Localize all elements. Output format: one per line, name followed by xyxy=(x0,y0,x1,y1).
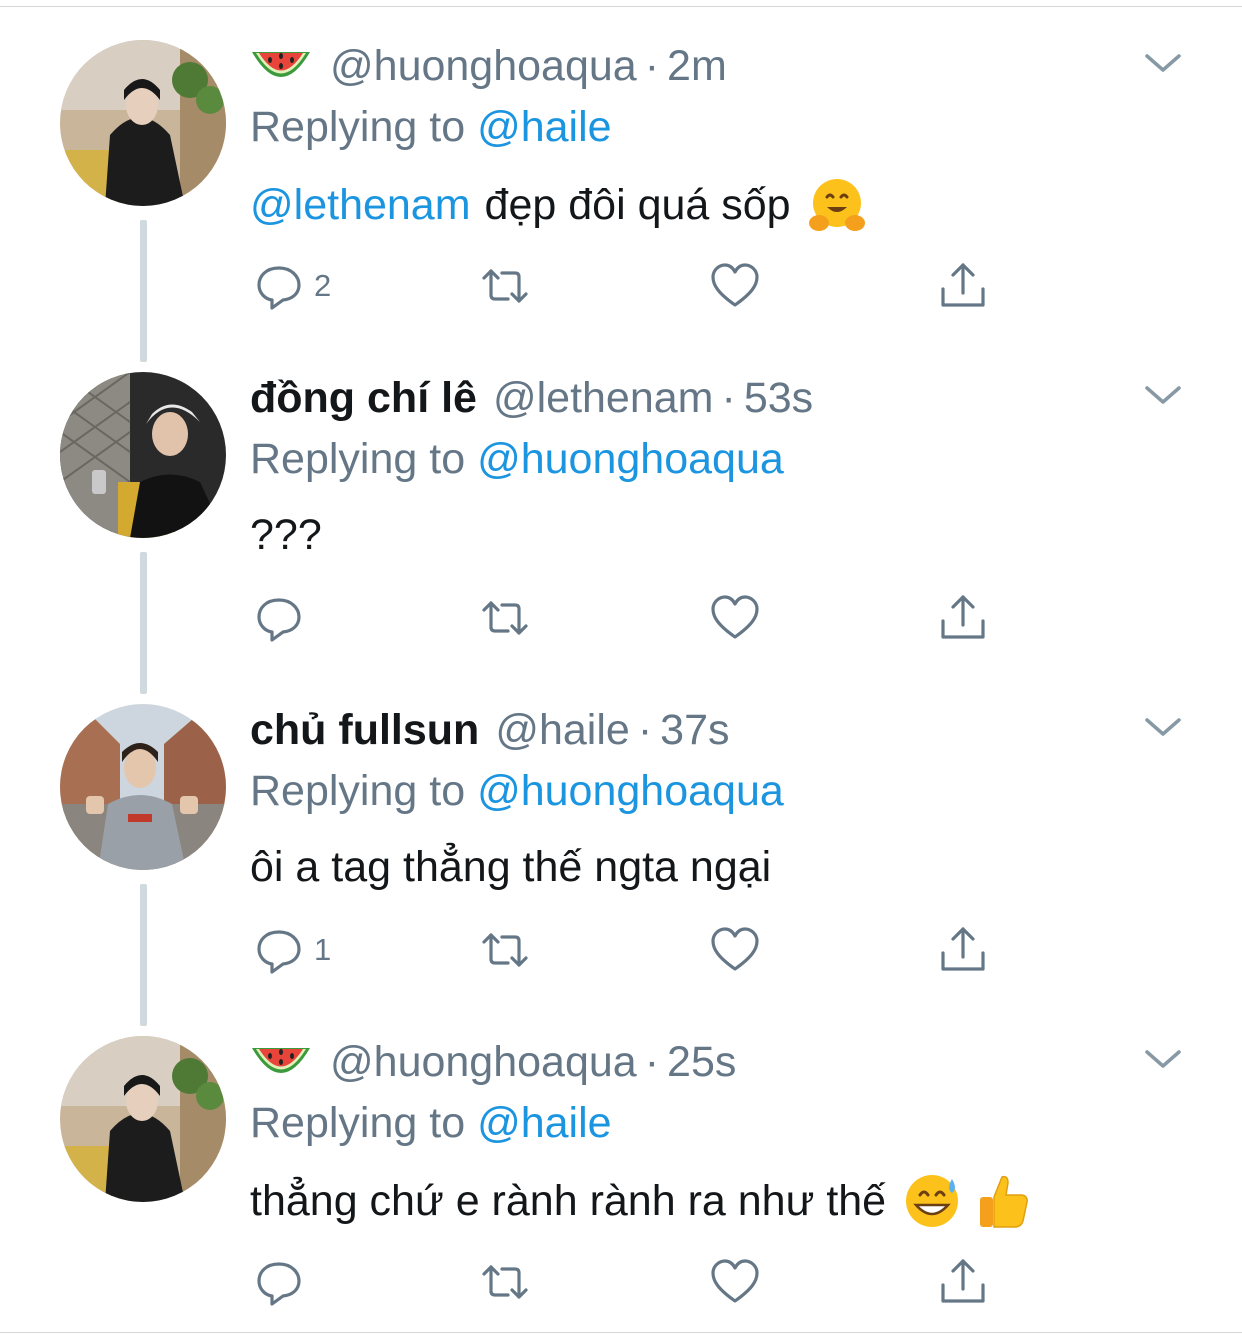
replying-to-label: Replying to xyxy=(250,103,478,151)
user-handle[interactable]: @huonghoaqua xyxy=(330,1034,637,1090)
reply-button[interactable]: 2 xyxy=(252,256,331,316)
tweet-3[interactable]: chủ fullsun @haile · 37s Replying to @hu… xyxy=(0,664,1242,1026)
like-button[interactable] xyxy=(708,588,762,648)
retweet-button[interactable] xyxy=(478,588,532,648)
tweet-header: @huonghoaqua · 25s xyxy=(250,1034,736,1090)
retweet-button[interactable] xyxy=(478,1252,532,1312)
timestamp[interactable]: 25s xyxy=(667,1034,736,1090)
heart-icon xyxy=(711,263,759,307)
timestamp[interactable]: 53s xyxy=(744,370,813,426)
reply-count: 2 xyxy=(314,268,332,303)
retweet-icon xyxy=(482,601,528,635)
tweet-actions xyxy=(250,588,1010,648)
like-button[interactable] xyxy=(708,256,762,316)
replying-to-label: Replying to xyxy=(250,1099,478,1147)
avatar[interactable] xyxy=(60,704,226,870)
hugging-face-icon xyxy=(808,179,865,231)
share-icon xyxy=(941,263,985,307)
retweet-icon xyxy=(482,269,528,303)
display-name[interactable]: đồng chí lê xyxy=(250,370,477,426)
bottom-divider xyxy=(0,1332,1242,1333)
share-button[interactable] xyxy=(936,1252,990,1312)
replying-to-mention[interactable]: @haile xyxy=(477,103,612,151)
retweet-button[interactable] xyxy=(478,256,532,316)
chevron-down-icon[interactable] xyxy=(1142,380,1184,410)
replying-to: Replying to @huonghoaqua xyxy=(250,431,784,487)
share-icon xyxy=(941,595,985,639)
watermelon-icon xyxy=(252,1048,310,1073)
reply-button[interactable] xyxy=(252,588,314,648)
separator-dot: · xyxy=(644,1038,660,1086)
chevron-down-icon[interactable] xyxy=(1142,48,1184,78)
like-button[interactable] xyxy=(708,920,762,980)
tweet-text: ??? xyxy=(250,507,322,563)
tweet-header: chủ fullsun @haile · 37s xyxy=(250,702,730,758)
user-handle[interactable]: @huonghoaqua xyxy=(330,38,637,94)
tweet-text: @lethenam đẹp đôi quá sốp xyxy=(250,175,867,235)
chevron-down-icon[interactable] xyxy=(1142,1044,1184,1074)
retweet-icon xyxy=(482,1265,528,1299)
watermelon-icon xyxy=(252,52,310,77)
replying-to-mention[interactable]: @haile xyxy=(477,1099,612,1147)
like-button[interactable] xyxy=(708,1252,762,1312)
user-handle[interactable]: @haile xyxy=(495,702,630,758)
replying-to-label: Replying to xyxy=(250,435,478,483)
tweet-actions: 1 xyxy=(250,920,1010,980)
share-button[interactable] xyxy=(936,256,990,316)
timestamp[interactable]: 37s xyxy=(660,702,729,758)
separator-dot: · xyxy=(721,374,736,422)
share-button[interactable] xyxy=(936,920,990,980)
tweet-actions xyxy=(250,1252,1010,1312)
timestamp[interactable]: 2m xyxy=(667,38,727,94)
retweet-icon xyxy=(482,933,528,967)
reply-count: 1 xyxy=(314,932,332,967)
chevron-down-icon[interactable] xyxy=(1142,712,1184,742)
reply-button[interactable] xyxy=(252,1252,314,1312)
replying-to: Replying to @huonghoaqua xyxy=(250,763,784,819)
tweet-2[interactable]: đồng chí lê @lethenam · 53s Replying to … xyxy=(0,332,1242,694)
tweet-actions: 2 xyxy=(250,256,1010,316)
reply-icon xyxy=(257,1262,301,1306)
tweet-text-content: ??? xyxy=(250,511,322,559)
separator-dot: · xyxy=(644,42,660,90)
mention-link[interactable]: @lethenam xyxy=(250,177,471,233)
tweet-header: đồng chí lê @lethenam · 53s xyxy=(250,370,813,426)
user-handle[interactable]: @lethenam xyxy=(493,370,714,426)
tweet-text-content: thẳng chứ e rành rành ra như thế xyxy=(250,1177,887,1225)
reply-icon xyxy=(257,598,301,642)
replying-to-label: Replying to xyxy=(250,767,478,815)
replying-to-mention[interactable]: @huonghoaqua xyxy=(477,435,784,483)
avatar[interactable] xyxy=(60,40,226,206)
share-button[interactable] xyxy=(936,588,990,648)
tweet-text-content: ôi a tag thẳng thế ngta ngại xyxy=(250,843,772,891)
tweet-text: ôi a tag thẳng thế ngta ngại xyxy=(250,839,771,895)
reply-button[interactable]: 1 xyxy=(252,920,331,980)
retweet-button[interactable] xyxy=(478,920,532,980)
avatar[interactable] xyxy=(60,372,226,538)
heart-icon xyxy=(711,595,759,639)
share-icon xyxy=(941,927,985,971)
reply-icon xyxy=(257,930,301,974)
replying-to-mention[interactable]: @huonghoaqua xyxy=(477,767,784,815)
replying-to: Replying to @haile xyxy=(250,99,612,155)
grinning-face-with-sweat-icon xyxy=(906,1175,959,1227)
tweet-4[interactable]: @huonghoaqua · 25s Replying to @haile th… xyxy=(0,996,1242,1328)
replying-to: Replying to @haile xyxy=(250,1095,612,1151)
tweet-header: @huonghoaqua · 2m xyxy=(250,38,727,94)
heart-icon xyxy=(711,927,759,971)
share-icon xyxy=(941,1259,985,1303)
tweet-1[interactable]: @huonghoaqua · 2m Replying to @haile @le… xyxy=(0,0,1242,362)
reply-icon xyxy=(257,266,301,310)
tweet-text: thẳng chứ e rành rành ra như thế xyxy=(250,1171,1032,1231)
tweet-text-content: đẹp đôi quá sốp xyxy=(484,181,791,229)
heart-icon xyxy=(711,1259,759,1303)
display-name[interactable]: chủ fullsun xyxy=(250,702,479,758)
thumbs-up-icon xyxy=(980,1175,1028,1228)
avatar[interactable] xyxy=(60,1036,226,1202)
separator-dot: · xyxy=(637,706,653,754)
